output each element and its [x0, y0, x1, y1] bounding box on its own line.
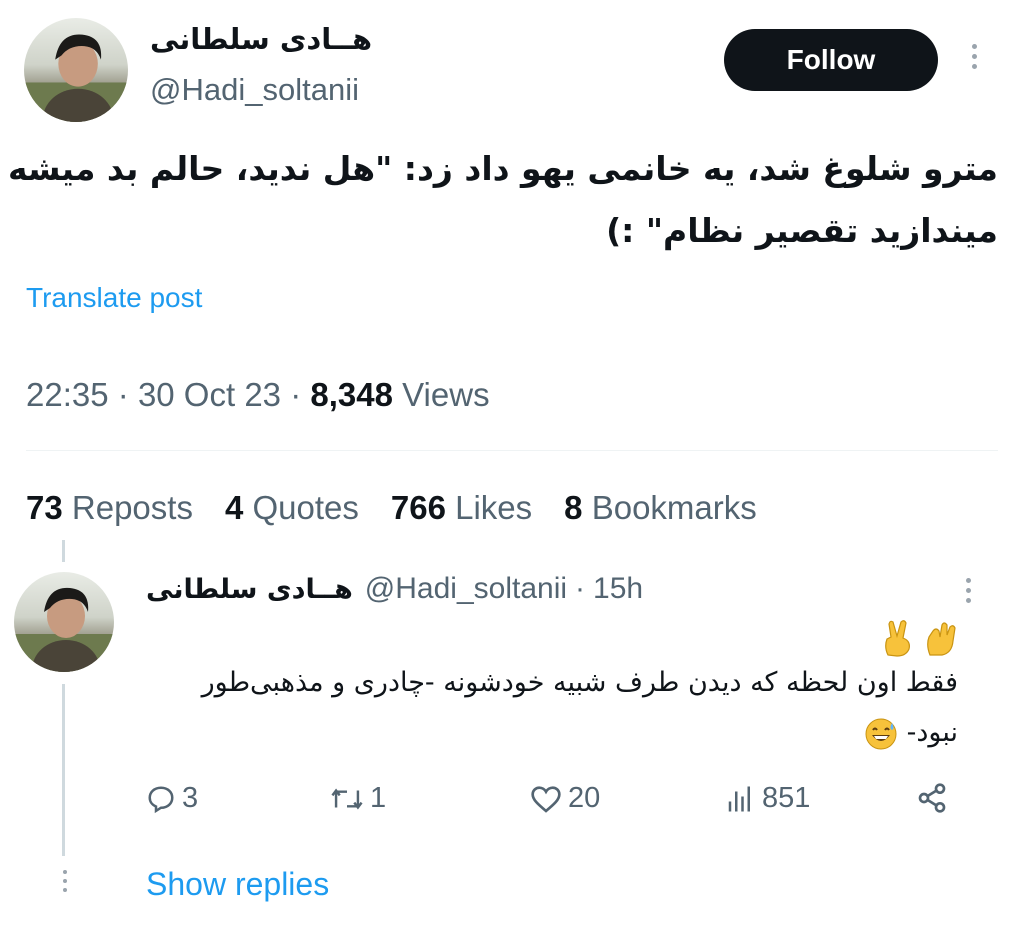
thread-line — [62, 684, 65, 856]
reposts-stat[interactable]: 73 Reposts — [26, 489, 193, 527]
show-replies-link[interactable]: Show replies — [146, 866, 329, 903]
views-count: 851 — [762, 782, 811, 814]
user-avatar-icon — [14, 587, 114, 672]
grinning-sweat-face-emoji — [865, 718, 897, 749]
views-count: 8,348 — [310, 376, 393, 413]
reply-icon — [148, 785, 174, 813]
follow-button[interactable]: Follow — [724, 29, 938, 91]
author-display-name[interactable]: هــادی سلطانی — [150, 22, 372, 56]
like-count: 20 — [568, 782, 601, 814]
more-dots-icon — [61, 870, 69, 892]
reply-text-line-wrap: نبود- — [138, 708, 958, 758]
reply-header: هــادی سلطانی @Hadi_soltanii · 15h — [146, 572, 643, 606]
meta-separator: · — [290, 376, 302, 413]
analytics-bar-icon — [728, 786, 750, 811]
meta-separator: · — [117, 376, 129, 413]
divider — [26, 450, 998, 451]
reply-text-line: نبود- — [906, 717, 958, 748]
reply-author-name[interactable]: هــادی سلطانی — [146, 574, 353, 605]
user-avatar-icon — [24, 34, 128, 122]
reply-count: 3 — [182, 782, 199, 814]
reply-time[interactable]: 15h — [593, 572, 643, 606]
more-options-icon[interactable] — [970, 44, 978, 69]
translate-post-link[interactable]: Translate post — [26, 282, 202, 314]
ok-hand-emoji — [927, 621, 956, 656]
like-action[interactable]: 20 — [530, 782, 600, 815]
reply-text-line: فقط اون لحظه که دیدن طرف شبیه خودشونه -چ… — [201, 667, 958, 698]
tweet-date[interactable]: 30 Oct 23 — [138, 376, 281, 413]
tweet-time[interactable]: 22:35 — [26, 376, 109, 413]
tweet-meta: 22:35 · 30 Oct 23 · 8,348 Views — [26, 376, 490, 414]
repost-icon — [331, 787, 363, 810]
reply-actions: 3 1 20 851 — [146, 782, 956, 832]
share-icon — [918, 783, 946, 813]
quotes-stat[interactable]: 4 Quotes — [225, 489, 359, 527]
more-options-icon[interactable] — [964, 578, 972, 603]
tweet-text: مترو شلوغ شد، یه خانمی یهو داد زد: "هل ن… — [7, 138, 998, 262]
views-label: Views — [402, 376, 490, 413]
likes-stat[interactable]: 766 Likes — [391, 489, 532, 527]
reply-action[interactable]: 3 — [146, 782, 198, 815]
heart-icon — [531, 785, 561, 813]
meta-separator: · — [575, 572, 586, 605]
reply-text: فقط اون لحظه که دیدن طرف شبیه خودشونه -چ… — [138, 612, 958, 758]
thread-line — [62, 540, 65, 562]
repost-count: 1 — [370, 782, 387, 814]
author-avatar[interactable] — [24, 18, 128, 122]
repost-action[interactable]: 1 — [330, 782, 386, 815]
reply-author-handle[interactable]: @Hadi_soltanii — [365, 572, 567, 606]
bookmarks-stat[interactable]: 8 Bookmarks — [564, 489, 757, 527]
tweet-text-line: مترو شلوغ شد، یه خانمی یهو داد زد: "هل ن… — [7, 149, 998, 188]
tweet-text-line: میندازید تقصیر نظام" :) — [606, 211, 998, 250]
share-action[interactable] — [916, 782, 948, 814]
reply-author-avatar[interactable] — [14, 572, 114, 672]
author-handle[interactable]: @Hadi_soltanii — [150, 72, 359, 108]
engagement-stats: 73 Reposts 4 Quotes 766 Likes 8 Bookmark… — [26, 489, 757, 527]
victory-hand-emoji — [885, 619, 911, 657]
views-action[interactable]: 851 — [724, 782, 810, 815]
emoji-line — [138, 612, 958, 658]
